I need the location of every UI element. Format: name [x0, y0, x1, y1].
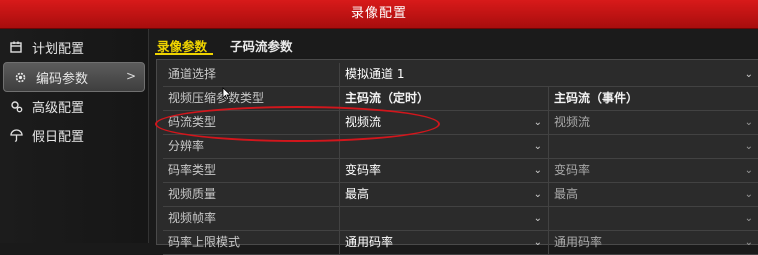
channel-select[interactable]: 模拟通道 1 ⌄: [339, 63, 758, 86]
column-header-event: 主码流（事件）: [548, 87, 758, 110]
select-value: 最高: [345, 187, 370, 201]
channel-row: 通道选择 模拟通道 1 ⌄: [163, 63, 758, 87]
header-row: 视频压缩参数类型 主码流（定时） 主码流（事件）: [163, 87, 758, 111]
sidebar-item-holiday[interactable]: 假日配置: [0, 121, 148, 149]
select-value: 最高: [554, 187, 579, 201]
select-value: 变码率: [554, 163, 591, 177]
chevron-down-icon: ⌄: [744, 213, 753, 224]
column-header-scheduled: 主码流（定时）: [339, 87, 548, 110]
video-quality-select-scheduled[interactable]: 最高 ⌄: [339, 183, 548, 206]
settings-icon: [9, 99, 23, 113]
sidebar-item-label: 高级配置: [32, 100, 85, 116]
chevron-down-icon: ⌄: [533, 213, 542, 224]
row-label: 视频质量: [168, 187, 217, 201]
active-tab-indicator: [155, 53, 213, 55]
table-row: 视频帧率 ⌄ ⌄: [163, 207, 758, 231]
stream-type-select-event[interactable]: 视频流 ⌄: [548, 111, 758, 134]
bitrate-type-select-event[interactable]: 变码率 ⌄: [548, 159, 758, 182]
chevron-down-icon: ⌄: [744, 189, 753, 200]
table-row: 视频质量 最高 ⌄ 最高 ⌄: [163, 183, 758, 207]
tab-substream-params[interactable]: 子码流参数: [230, 36, 293, 55]
sidebar-item-advanced[interactable]: 高级配置: [0, 92, 148, 120]
channel-value: 模拟通道 1: [345, 67, 405, 81]
chevron-down-icon: ⌄: [744, 165, 753, 176]
row-label: 分辨率: [168, 139, 205, 153]
sidebar-item-label: 编码参数: [36, 71, 89, 87]
sidebar: 计划配置 编码参数 > 高级配置 假日配置: [0, 29, 149, 243]
channel-label: 通道选择: [168, 67, 217, 81]
umbrella-icon: [9, 128, 23, 142]
chevron-down-icon: ⌄: [533, 165, 542, 176]
table-row: 码率类型 变码率 ⌄ 变码率 ⌄: [163, 159, 758, 183]
row-label: 码流类型: [168, 115, 217, 129]
table-row: 分辨率 ⌄ ⌄: [163, 135, 758, 159]
row-label: 码率类型: [168, 163, 217, 177]
table-row: 码流类型 视频流 ⌄ 视频流 ⌄: [163, 111, 758, 135]
select-value: 视频流: [554, 115, 591, 129]
chevron-down-icon: ⌄: [533, 117, 542, 128]
chevron-down-icon: ⌄: [533, 141, 542, 152]
tab-bar: 录像参数 子码流参数: [149, 29, 758, 57]
chevron-down-icon: ⌄: [744, 69, 753, 80]
frame-rate-select-scheduled[interactable]: ⌄: [339, 207, 548, 230]
table-row: 码率上限模式 通用码率 ⌄ 通用码率 ⌄: [163, 231, 758, 255]
sidebar-item-label: 计划配置: [32, 41, 85, 57]
title-bar: 录像配置: [0, 0, 758, 29]
settings-panel: 通道选择 模拟通道 1 ⌄ 视频压缩参数类型 主码流（定时） 主码流（事件） 码…: [156, 59, 758, 255]
chevron-down-icon: ⌄: [744, 117, 753, 128]
compression-type-label: 视频压缩参数类型: [168, 91, 265, 105]
stream-type-select-scheduled[interactable]: 视频流 ⌄: [339, 111, 548, 134]
gear-icon: [13, 70, 27, 84]
sidebar-item-label: 假日配置: [32, 129, 85, 145]
select-value: 通用码率: [345, 235, 394, 249]
sidebar-item-schedule[interactable]: 计划配置: [0, 33, 148, 61]
resolution-select-scheduled[interactable]: ⌄: [339, 135, 548, 158]
video-quality-select-event[interactable]: 最高 ⌄: [548, 183, 758, 206]
mouse-cursor-icon: [222, 86, 232, 101]
select-value: 通用码率: [554, 235, 603, 249]
window-title: 录像配置: [350, 6, 407, 21]
select-value: 变码率: [345, 163, 382, 177]
resolution-select-event[interactable]: ⌄: [548, 135, 758, 158]
frame-rate-select-event[interactable]: ⌄: [548, 207, 758, 230]
chevron-down-icon: ⌄: [744, 141, 753, 152]
chevron-right-icon: >: [125, 69, 136, 83]
calendar-icon: [9, 40, 23, 54]
sidebar-item-encoding[interactable]: 编码参数 >: [3, 62, 145, 92]
select-value: 视频流: [345, 115, 382, 129]
chevron-down-icon: ⌄: [533, 189, 542, 200]
bitrate-type-select-scheduled[interactable]: 变码率 ⌄: [339, 159, 548, 182]
row-label: 视频帧率: [168, 211, 217, 225]
